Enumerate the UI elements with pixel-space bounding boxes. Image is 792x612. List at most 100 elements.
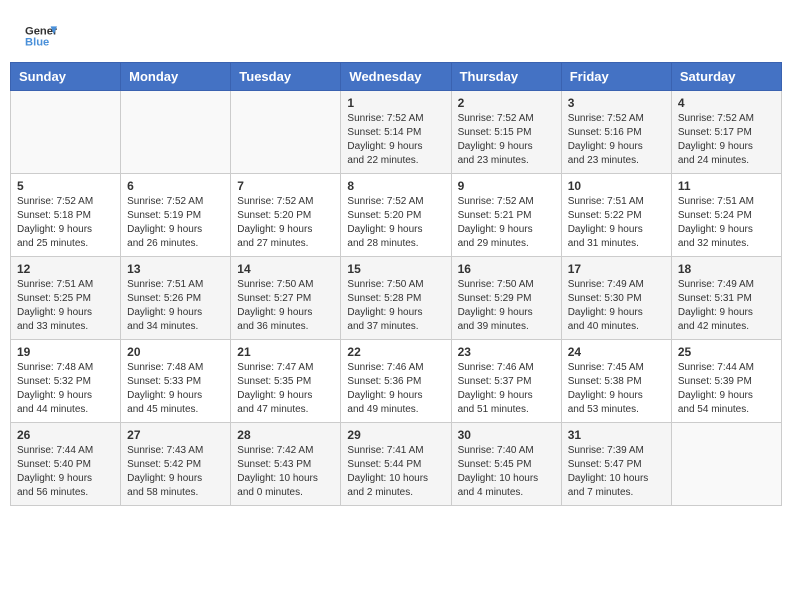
day-info: Sunrise: 7:52 AM Sunset: 5:19 PM Dayligh…	[127, 195, 224, 251]
calendar-cell: 13 Sunrise: 7:51 AM Sunset: 5:26 PM Dayli…	[121, 257, 231, 340]
day-info: Sunrise: 7:39 AM Sunset: 5:47 PM Dayligh…	[568, 444, 665, 500]
calendar-cell: 29 Sunrise: 7:41 AM Sunset: 5:44 PM Dayli…	[341, 423, 451, 506]
day-info: Sunrise: 7:52 AM Sunset: 5:16 PM Dayligh…	[568, 112, 665, 168]
day-info: Sunrise: 7:46 AM Sunset: 5:37 PM Dayligh…	[458, 361, 555, 417]
day-number: 10	[568, 179, 665, 193]
day-number: 1	[347, 96, 444, 110]
logo: General Blue	[25, 20, 57, 52]
calendar-cell: 15Sunrise: 7:50 AM Sunset: 5:28 PM Dayli…	[341, 257, 451, 340]
day-info: Sunrise: 7:45 AM Sunset: 5:38 PM Dayligh…	[568, 361, 665, 417]
calendar-cell: 17 Sunrise: 7:49 AM Sunset: 5:30 PM Dayli…	[561, 257, 671, 340]
day-number: 29	[347, 428, 444, 442]
calendar-cell: 30Sunrise: 7:40 AM Sunset: 5:45 PM Dayli…	[451, 423, 561, 506]
day-info: Sunrise: 7:41 AM Sunset: 5:44 PM Dayligh…	[347, 444, 444, 500]
svg-text:Blue: Blue	[25, 37, 49, 49]
day-info: Sunrise: 7:48 AM Sunset: 5:33 PM Dayligh…	[127, 361, 224, 417]
day-header-tuesday: Tuesday	[231, 63, 341, 91]
day-number: 5	[17, 179, 114, 193]
calendar-cell: 4 Sunrise: 7:52 AM Sunset: 5:17 PM Daylig…	[671, 91, 781, 174]
calendar-cell: 5 Sunrise: 7:52 AM Sunset: 5:18 PM Daylig…	[11, 174, 121, 257]
calendar-cell: 27 Sunrise: 7:43 AM Sunset: 5:42 PM Dayli…	[121, 423, 231, 506]
day-number: 2	[458, 96, 555, 110]
day-number: 14	[237, 262, 334, 276]
day-number: 19	[17, 345, 114, 359]
calendar-cell	[671, 423, 781, 506]
day-info: Sunrise: 7:46 AM Sunset: 5:36 PM Dayligh…	[347, 361, 444, 417]
day-number: 24	[568, 345, 665, 359]
day-info: Sunrise: 7:50 AM Sunset: 5:28 PM Dayligh…	[347, 278, 444, 334]
calendar-cell: 8 Sunrise: 7:52 AM Sunset: 5:20 PM Daylig…	[341, 174, 451, 257]
calendar-cell: 1 Sunrise: 7:52 AM Sunset: 5:14 PM Daylig…	[341, 91, 451, 174]
day-info: Sunrise: 7:52 AM Sunset: 5:18 PM Dayligh…	[17, 195, 114, 251]
day-info: Sunrise: 7:52 AM Sunset: 5:15 PM Dayligh…	[458, 112, 555, 168]
calendar-header-row: SundayMondayTuesdayWednesdayThursdayFrid…	[11, 63, 782, 91]
day-info: Sunrise: 7:52 AM Sunset: 5:20 PM Dayligh…	[347, 195, 444, 251]
day-info: Sunrise: 7:44 AM Sunset: 5:40 PM Dayligh…	[17, 444, 114, 500]
day-info: Sunrise: 7:51 AM Sunset: 5:22 PM Dayligh…	[568, 195, 665, 251]
day-info: Sunrise: 7:43 AM Sunset: 5:42 PM Dayligh…	[127, 444, 224, 500]
calendar-cell: 18Sunrise: 7:49 AM Sunset: 5:31 PM Dayli…	[671, 257, 781, 340]
calendar-cell: 11 Sunrise: 7:51 AM Sunset: 5:24 PM Dayli…	[671, 174, 781, 257]
day-number: 3	[568, 96, 665, 110]
calendar-cell: 9 Sunrise: 7:52 AM Sunset: 5:21 PM Daylig…	[451, 174, 561, 257]
calendar-cell: 12 Sunrise: 7:51 AM Sunset: 5:25 PM Dayli…	[11, 257, 121, 340]
calendar-week-row: 19Sunrise: 7:48 AM Sunset: 5:32 PM Dayli…	[11, 340, 782, 423]
day-info: Sunrise: 7:52 AM Sunset: 5:21 PM Dayligh…	[458, 195, 555, 251]
calendar-cell: 16 Sunrise: 7:50 AM Sunset: 5:29 PM Dayli…	[451, 257, 561, 340]
day-info: Sunrise: 7:51 AM Sunset: 5:26 PM Dayligh…	[127, 278, 224, 334]
calendar-cell: 3 Sunrise: 7:52 AM Sunset: 5:16 PM Daylig…	[561, 91, 671, 174]
calendar-week-row: 1 Sunrise: 7:52 AM Sunset: 5:14 PM Daylig…	[11, 91, 782, 174]
day-header-sunday: Sunday	[11, 63, 121, 91]
day-number: 6	[127, 179, 224, 193]
day-number: 9	[458, 179, 555, 193]
calendar-cell: 10 Sunrise: 7:51 AM Sunset: 5:22 PM Dayli…	[561, 174, 671, 257]
day-number: 28	[237, 428, 334, 442]
day-info: Sunrise: 7:47 AM Sunset: 5:35 PM Dayligh…	[237, 361, 334, 417]
calendar-cell: 6 Sunrise: 7:52 AM Sunset: 5:19 PM Daylig…	[121, 174, 231, 257]
calendar-cell	[121, 91, 231, 174]
day-number: 21	[237, 345, 334, 359]
calendar-cell: 19Sunrise: 7:48 AM Sunset: 5:32 PM Dayli…	[11, 340, 121, 423]
day-number: 25	[678, 345, 775, 359]
day-info: Sunrise: 7:50 AM Sunset: 5:27 PM Dayligh…	[237, 278, 334, 334]
day-number: 11	[678, 179, 775, 193]
day-number: 13	[127, 262, 224, 276]
day-info: Sunrise: 7:52 AM Sunset: 5:17 PM Dayligh…	[678, 112, 775, 168]
day-number: 12	[17, 262, 114, 276]
calendar-cell: 14 Sunrise: 7:50 AM Sunset: 5:27 PM Dayli…	[231, 257, 341, 340]
calendar-week-row: 12 Sunrise: 7:51 AM Sunset: 5:25 PM Dayli…	[11, 257, 782, 340]
calendar-cell: 25 Sunrise: 7:44 AM Sunset: 5:39 PM Dayli…	[671, 340, 781, 423]
day-header-monday: Monday	[121, 63, 231, 91]
calendar-cell: 7 Sunrise: 7:52 AM Sunset: 5:20 PM Daylig…	[231, 174, 341, 257]
calendar-cell: 21 Sunrise: 7:47 AM Sunset: 5:35 PM Dayli…	[231, 340, 341, 423]
day-info: Sunrise: 7:49 AM Sunset: 5:30 PM Dayligh…	[568, 278, 665, 334]
calendar-table: SundayMondayTuesdayWednesdayThursdayFrid…	[10, 62, 782, 506]
day-number: 7	[237, 179, 334, 193]
day-info: Sunrise: 7:49 AM Sunset: 5:31 PM Dayligh…	[678, 278, 775, 334]
page-header: General Blue	[10, 10, 782, 57]
calendar-cell: 2 Sunrise: 7:52 AM Sunset: 5:15 PM Daylig…	[451, 91, 561, 174]
day-info: Sunrise: 7:44 AM Sunset: 5:39 PM Dayligh…	[678, 361, 775, 417]
calendar-cell: 24 Sunrise: 7:45 AM Sunset: 5:38 PM Dayli…	[561, 340, 671, 423]
day-number: 27	[127, 428, 224, 442]
calendar-cell: 26Sunrise: 7:44 AM Sunset: 5:40 PM Dayli…	[11, 423, 121, 506]
day-info: Sunrise: 7:50 AM Sunset: 5:29 PM Dayligh…	[458, 278, 555, 334]
day-number: 4	[678, 96, 775, 110]
day-number: 17	[568, 262, 665, 276]
day-info: Sunrise: 7:42 AM Sunset: 5:43 PM Dayligh…	[237, 444, 334, 500]
day-info: Sunrise: 7:52 AM Sunset: 5:20 PM Dayligh…	[237, 195, 334, 251]
calendar-cell: 22 Sunrise: 7:46 AM Sunset: 5:36 PM Dayli…	[341, 340, 451, 423]
day-header-thursday: Thursday	[451, 63, 561, 91]
calendar-week-row: 5 Sunrise: 7:52 AM Sunset: 5:18 PM Daylig…	[11, 174, 782, 257]
day-number: 8	[347, 179, 444, 193]
day-info: Sunrise: 7:52 AM Sunset: 5:14 PM Dayligh…	[347, 112, 444, 168]
calendar-cell: 28 Sunrise: 7:42 AM Sunset: 5:43 PM Dayli…	[231, 423, 341, 506]
day-header-wednesday: Wednesday	[341, 63, 451, 91]
day-number: 31	[568, 428, 665, 442]
day-number: 23	[458, 345, 555, 359]
day-number: 16	[458, 262, 555, 276]
day-info: Sunrise: 7:51 AM Sunset: 5:24 PM Dayligh…	[678, 195, 775, 251]
calendar-cell: 20Sunrise: 7:48 AM Sunset: 5:33 PM Dayli…	[121, 340, 231, 423]
day-info: Sunrise: 7:51 AM Sunset: 5:25 PM Dayligh…	[17, 278, 114, 334]
day-number: 22	[347, 345, 444, 359]
